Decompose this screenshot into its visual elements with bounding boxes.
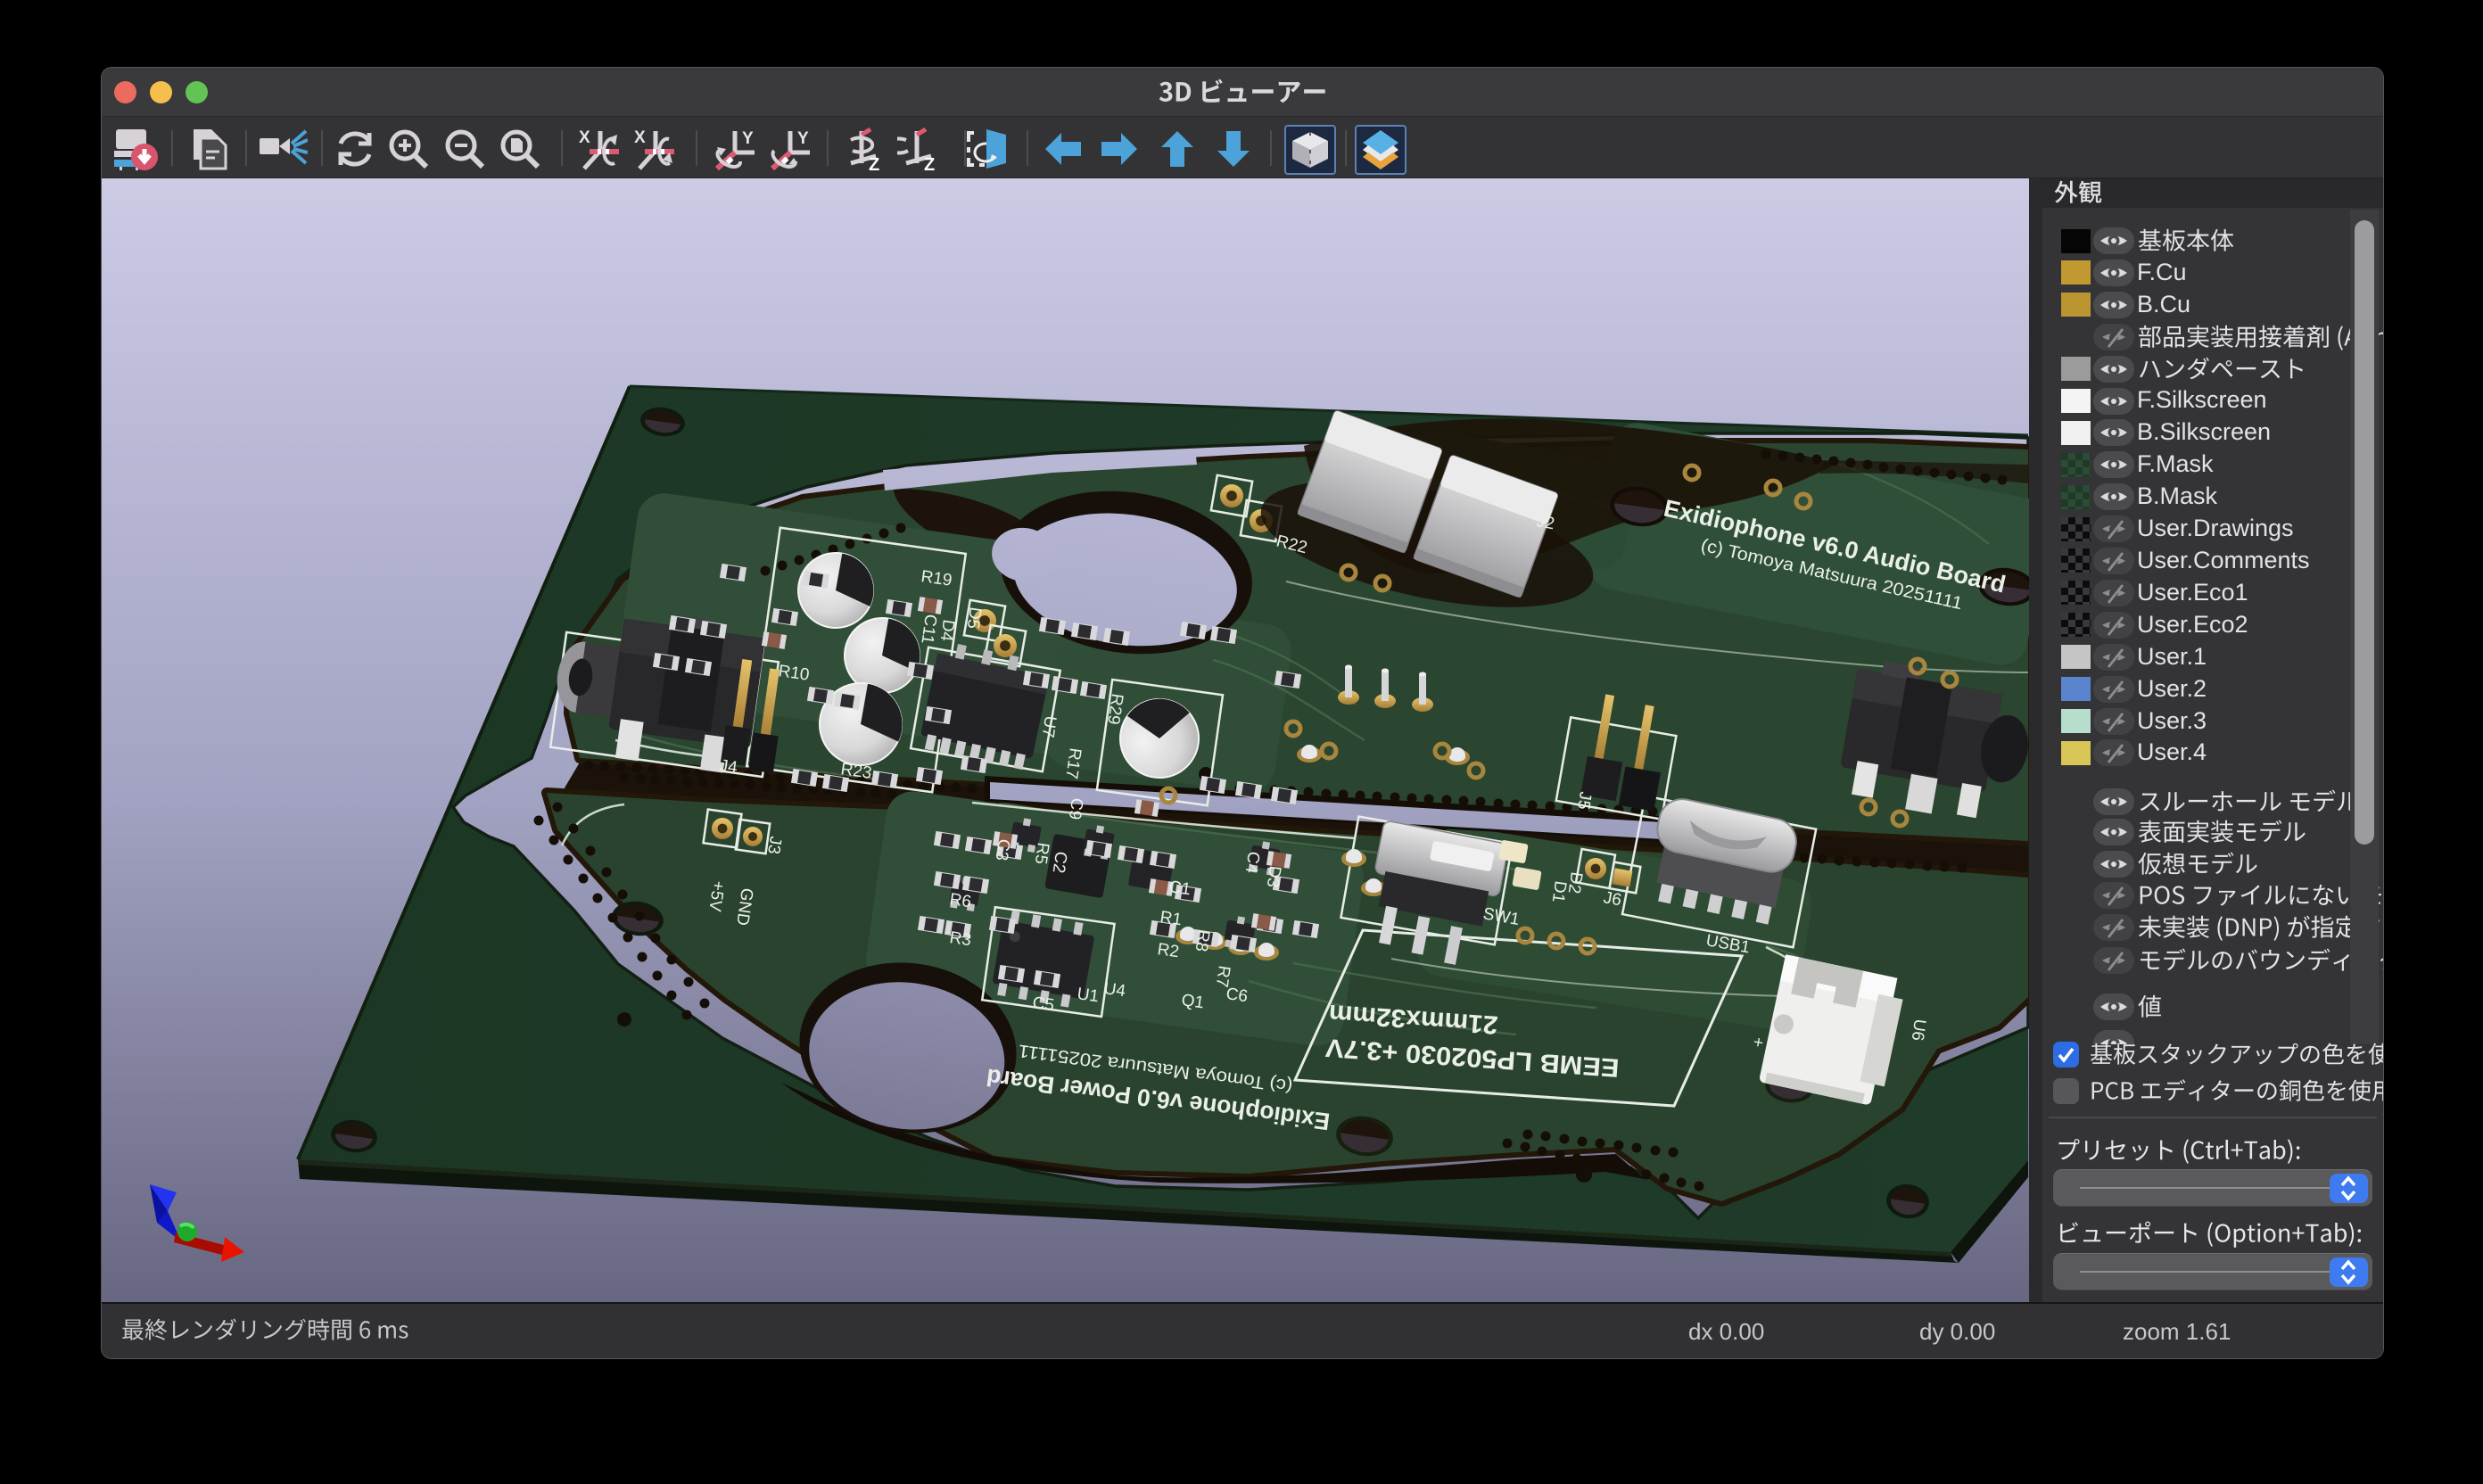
svg-text:U4: U4 [1102,979,1126,1001]
svg-text:R1: R1 [1159,908,1183,929]
svg-text:U6: U6 [1908,1018,1929,1042]
svg-text:J2: J2 [1535,512,1555,533]
svg-text:J6: J6 [1602,888,1622,910]
svg-text:Z: Z [924,155,935,172]
svg-text:R5: R5 [1031,841,1052,865]
svg-text:D2: D2 [1564,870,1586,895]
svg-text:R6: R6 [948,890,972,911]
svg-text:C6: C6 [1225,985,1249,1006]
svg-text:C9: C9 [1065,796,1086,820]
svg-text:Q1: Q1 [1180,991,1205,1012]
svg-text:Y: Y [797,129,809,148]
svg-text:Z: Z [869,155,879,172]
svg-text:X: X [634,128,646,147]
svg-text:R8: R8 [1192,928,1213,952]
svg-text:J5: J5 [1573,790,1595,811]
svg-text:R2: R2 [1156,940,1180,961]
svg-text:U1: U1 [1076,985,1100,1006]
svg-text:C3: C3 [992,837,1013,862]
svg-text:R3: R3 [948,928,972,950]
svg-text:U7: U7 [1038,714,1060,738]
svg-text:D3: D3 [1263,864,1284,888]
svg-text:Y: Y [742,129,754,148]
svg-text:D5: D5 [963,606,985,630]
svg-text:J3: J3 [763,835,785,855]
svg-text:J4: J4 [718,756,738,778]
svg-text:C4: C4 [1242,850,1263,874]
svg-text:D4: D4 [936,618,958,642]
svg-text:X: X [579,128,590,147]
svg-text:C5: C5 [1031,993,1055,1015]
svg-text:C1: C1 [1167,878,1192,899]
svg-text:C2: C2 [1049,850,1070,874]
